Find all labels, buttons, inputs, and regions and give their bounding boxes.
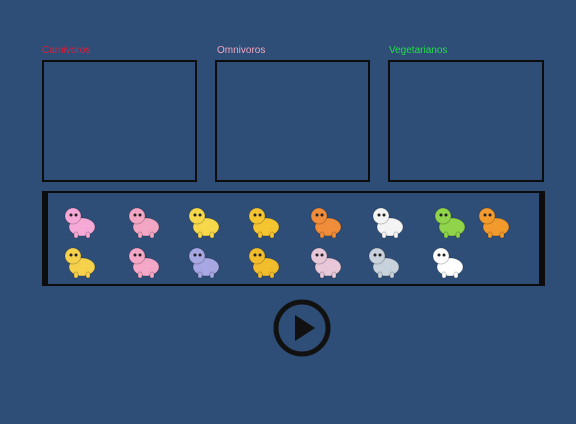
play-button[interactable] [272,298,332,358]
white-sheep-animal[interactable] [368,201,408,241]
orange-cat-animal[interactable] [474,201,514,241]
label-carnivores: Carnivoros [42,45,91,56]
lion-animal[interactable] [244,241,284,281]
drop-zone-vegetarians[interactable] [388,60,544,182]
green-dino-animal[interactable] [430,201,470,241]
play-icon [273,299,331,357]
drop-zone-carnivores[interactable] [42,60,197,182]
pig-animal[interactable] [124,201,164,241]
orange-dog-animal[interactable] [306,201,346,241]
mouse-animal[interactable] [364,241,404,281]
giraffe-animal[interactable] [244,201,284,241]
hippo-animal[interactable] [184,241,224,281]
cow-animal[interactable] [428,241,468,281]
unicorn-animal[interactable] [60,201,100,241]
pink-rabbit-animal[interactable] [124,241,164,281]
drop-zone-omnivores[interactable] [215,60,370,182]
sheep-animal[interactable] [306,241,346,281]
animal-tray [42,191,545,286]
yellow-dog-animal[interactable] [184,201,224,241]
label-vegetarians: Vegetarianos [389,45,448,56]
yellow-giraffe-animal[interactable] [60,241,100,281]
label-omnivores: Omnivoros [217,45,266,56]
